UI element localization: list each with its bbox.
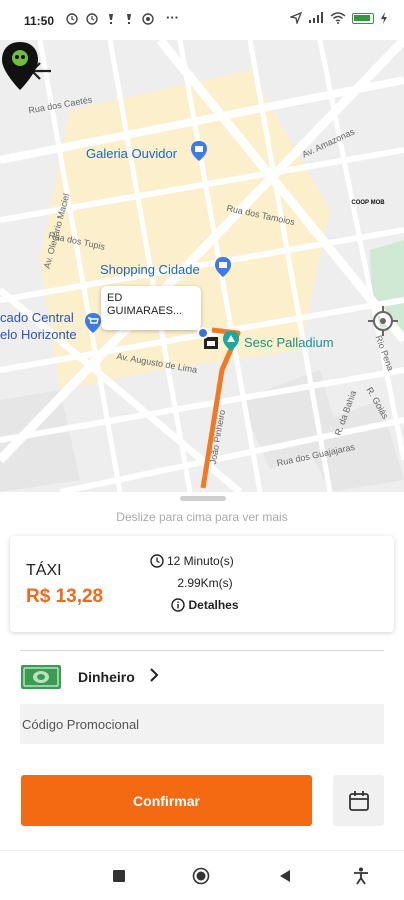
cash-icon [21, 665, 61, 689]
place-label-sesc: Sesc Palladium [244, 335, 334, 350]
ride-distance: 2.99Km(s) [177, 576, 233, 590]
recents-icon [113, 870, 125, 882]
signal-icon [309, 12, 323, 23]
map-view[interactable]: COOP MOB Rua dos Caetés Av. Amazonas Av.… [0, 40, 404, 492]
status-more-icon: ··· [166, 10, 179, 25]
ride-duration: 12 Minuto(s) [167, 554, 234, 568]
payment-method-row[interactable]: Dinheiro [20, 660, 384, 694]
info-icon [171, 598, 186, 612]
recenter-button[interactable] [366, 304, 400, 338]
details-link[interactable]: Detalhes [150, 594, 260, 616]
cultural-pin-icon[interactable] [222, 330, 240, 352]
payment-method-label: Dinheiro [78, 669, 135, 685]
calendar-icon [348, 790, 369, 811]
accessibility-icon [354, 867, 368, 885]
ride-meta: 12 Minuto(s) 2.99Km(s) Detalhes [150, 550, 260, 616]
charging-icon [381, 12, 387, 24]
shopping-cart-pin-icon[interactable] [84, 312, 102, 334]
drag-handle[interactable] [180, 496, 226, 501]
ride-title: TÁXI [26, 562, 62, 579]
recents-button[interactable] [110, 867, 128, 885]
promo-code-input[interactable] [20, 704, 384, 744]
shopping-pin-icon[interactable] [190, 140, 208, 162]
wifi-icon [330, 12, 346, 24]
back-nav-button[interactable] [276, 867, 294, 885]
status-right-icons [290, 12, 388, 24]
crosshair-icon [368, 306, 398, 336]
status-bar: 11:50 ··· [0, 0, 404, 40]
battery-icon [352, 12, 374, 24]
confirm-button[interactable]: Confirmar [21, 775, 312, 826]
details-label: Detalhes [188, 598, 239, 612]
pickup-callout[interactable]: ED GUIMARAES... [101, 286, 201, 330]
ride-price: R$ 13,28 [26, 586, 104, 607]
place-label-shopping: Shopping Cidade [100, 262, 200, 277]
schedule-button[interactable] [333, 775, 384, 826]
place-label-mercado-2: elo Horizonte [0, 327, 77, 342]
duration-row: 12 Minuto(s) [150, 550, 260, 572]
coop-mob-pin-icon [2, 42, 38, 90]
coop-mob-logo-text: COOP MOB [351, 200, 385, 206]
system-nav-bar [0, 850, 404, 900]
distance-row: 2.99Km(s) [150, 572, 260, 594]
status-time: 11:50 [24, 14, 55, 28]
bottom-sheet[interactable]: Deslize para cima para ver mais TÁXI R$ … [0, 492, 404, 850]
divider [20, 650, 384, 651]
home-button[interactable] [192, 867, 210, 885]
clock-icon [150, 554, 164, 568]
place-label-mercado: cado Central [0, 310, 74, 325]
back-icon [280, 870, 290, 882]
ride-option-card[interactable]: TÁXI R$ 13,28 12 Minuto(s) 2.99Km(s) Det… [10, 536, 394, 632]
chevron-right-icon [149, 667, 159, 688]
location-icon [290, 12, 302, 24]
shopping-pin-icon[interactable] [214, 256, 232, 278]
origin-dot [197, 327, 209, 339]
status-notification-icons [66, 12, 156, 29]
place-label-galeria: Galeria Ouvidor [86, 146, 178, 161]
notification-icons [66, 13, 154, 25]
home-icon [192, 867, 210, 885]
accessibility-button[interactable] [352, 867, 370, 885]
swipe-hint: Deslize para cima para ver mais [116, 510, 288, 524]
